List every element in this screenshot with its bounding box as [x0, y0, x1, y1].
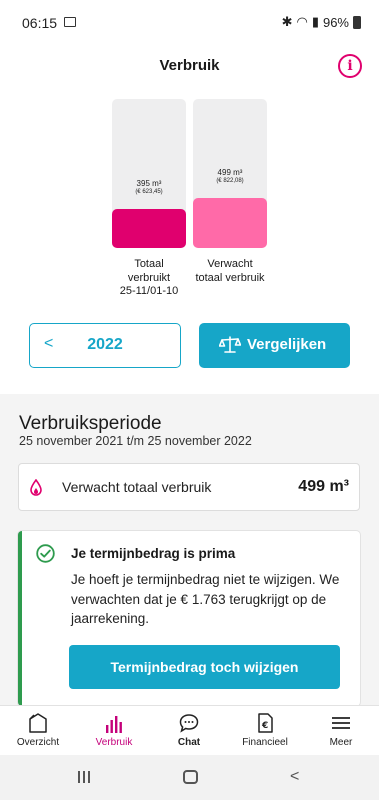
- usage-value: 499 m³: [298, 478, 349, 495]
- status-right: ✱ ◠ ▮ 96%: [282, 14, 361, 30]
- bar-value-label: 499 m³ (€ 822,08): [193, 168, 267, 184]
- advice-card: Je termijnbedrag is prima Je hoeft je te…: [18, 531, 360, 706]
- bar-chart-icon: [106, 716, 122, 733]
- nav-label: Verbruik: [95, 737, 133, 748]
- status-bar: 06:15 ✱ ◠ ▮ 96%: [0, 0, 379, 44]
- year-selector-button[interactable]: < 2022: [29, 323, 181, 368]
- nav-label: Financieel: [242, 737, 288, 748]
- year-label: 2022: [87, 336, 123, 353]
- bar-actual: [112, 209, 186, 248]
- page-title: Verbruik: [159, 57, 220, 74]
- nav-label: Meer: [329, 737, 353, 748]
- status-time: 06:15: [22, 15, 58, 31]
- home-icon[interactable]: [183, 770, 198, 784]
- advice-heading: Je termijnbedrag is prima: [71, 546, 236, 561]
- back-icon[interactable]: <: [290, 768, 299, 786]
- scale-icon: [219, 336, 241, 353]
- compare-button[interactable]: Vergelijken: [199, 323, 350, 368]
- battery-icon: [353, 15, 361, 29]
- gallery-notification-icon: [64, 17, 76, 27]
- category-label-expected: Verwacht totaal verbruik: [181, 258, 279, 285]
- expected-usage-card: Verwacht totaal verbruik 499 m³: [18, 463, 360, 511]
- category-line: 25-11/01-10: [119, 285, 179, 297]
- advice-body: Je hoeft je termijnbedrag niet te wijzig…: [71, 572, 340, 626]
- recents-icon[interactable]: [78, 771, 92, 783]
- nav-label: Overzicht: [16, 737, 60, 748]
- euro-doc-icon: €: [258, 713, 273, 733]
- bottom-nav: Overzicht Verbruik Chat € Financieel Mee…: [0, 705, 379, 755]
- bluetooth-icon: ✱: [281, 14, 293, 29]
- info-icon[interactable]: i: [338, 54, 362, 78]
- compare-label: Vergelijken: [247, 336, 327, 353]
- bar-track-1: [112, 99, 186, 248]
- bar-value-m3: 499 m³: [217, 168, 243, 177]
- period-range: 25 november 2021 t/m 25 november 2022: [19, 434, 252, 448]
- nav-label: Chat: [177, 737, 201, 748]
- nav-item-meer[interactable]: Meer: [303, 706, 379, 756]
- category-line: totaal verbruik: [195, 271, 265, 284]
- bar-expected: [193, 198, 267, 248]
- svg-text:€: €: [261, 721, 268, 731]
- section-title: Verbruiksperiode: [19, 413, 162, 434]
- bar-value-cost: (€ 623,45): [135, 189, 163, 195]
- nav-item-chat[interactable]: Chat: [151, 706, 227, 756]
- nav-item-overzicht[interactable]: Overzicht: [0, 706, 76, 756]
- change-installment-button[interactable]: Termijnbedrag toch wijzigen: [69, 645, 340, 689]
- check-circle-icon: [36, 544, 55, 563]
- house-icon: [29, 713, 47, 733]
- battery-percent: 96%: [322, 14, 349, 30]
- flame-icon: [30, 479, 42, 496]
- usage-label: Verwacht totaal verbruik: [62, 479, 212, 495]
- signal-icon: ▮: [311, 14, 319, 29]
- system-nav-bar: <: [0, 755, 379, 800]
- bar-value-label: 395 m³ (€ 623,45): [112, 179, 186, 195]
- nav-item-financieel[interactable]: € Financieel: [227, 706, 303, 756]
- bar-value-m3: 395 m³: [136, 179, 162, 188]
- menu-icon: [332, 717, 350, 729]
- wifi-icon: ◠: [296, 14, 308, 29]
- bar-value-cost: (€ 822,08): [216, 178, 244, 184]
- nav-item-verbruik[interactable]: Verbruik: [76, 706, 152, 756]
- category-line: Verwacht: [207, 258, 253, 270]
- chat-icon: [179, 714, 199, 733]
